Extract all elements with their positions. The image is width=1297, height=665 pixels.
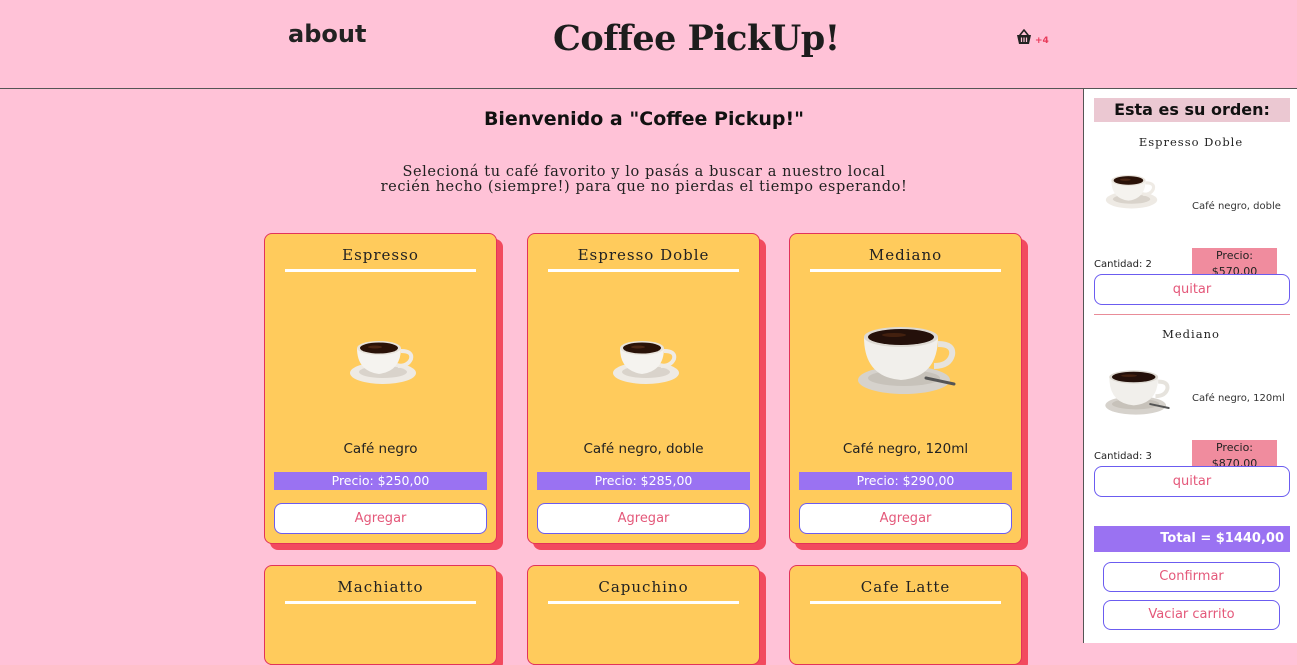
order-item-quantity: Cantidad: 2	[1094, 259, 1152, 270]
order-item-name: Mediano	[1162, 327, 1220, 341]
order-sidebar: Esta es su orden: Espresso Doble Café ne…	[1083, 89, 1297, 643]
confirm-button[interactable]: Confirmar	[1103, 562, 1280, 592]
large-coffee-cup-icon	[1103, 368, 1171, 417]
product-image	[265, 304, 496, 414]
subtitle-line-1: Selecioná tu café favorito y lo pasás a …	[402, 164, 886, 180]
small-coffee-cup-icon	[610, 339, 680, 386]
site-header: about Coffee PickUp! +4	[0, 0, 1297, 89]
product-card: Espresso Doble Café negro, doble Precio:…	[527, 233, 760, 544]
welcome-subtitle: Selecioná tu café favorito y lo pasás a …	[264, 165, 1024, 195]
add-to-cart-button[interactable]: Agregar	[537, 503, 750, 534]
small-coffee-cup-icon	[347, 339, 417, 386]
cart-count-badge: +4	[1035, 36, 1049, 46]
product-description: Café negro	[343, 441, 418, 457]
order-heading: Esta es su orden:	[1094, 98, 1290, 122]
add-to-cart-button[interactable]: Agregar	[799, 503, 1012, 534]
empty-cart-button[interactable]: Vaciar carrito	[1103, 600, 1280, 630]
product-name: Machiatto	[285, 577, 476, 604]
product-card: Espresso Café negro Precio: $250,00 Agre…	[264, 233, 497, 544]
product-card: Cafe Latte	[789, 565, 1022, 665]
product-image	[790, 304, 1021, 414]
small-coffee-cup-icon	[1104, 173, 1159, 210]
product-description: Café negro, doble	[583, 441, 704, 457]
order-item-image	[1102, 167, 1159, 215]
welcome-heading: Bienvenido a "Coffee Pickup!"	[483, 108, 805, 130]
product-description: Café negro, 120ml	[842, 441, 969, 457]
about-link[interactable]: about	[288, 20, 366, 48]
product-name: Espresso	[285, 245, 476, 272]
cart-button[interactable]: +4	[1015, 29, 1049, 46]
product-name: Mediano	[810, 245, 1001, 272]
product-name: Capuchino	[548, 577, 739, 604]
order-item-divider	[1094, 314, 1290, 315]
subtitle-line-2: recién hecho (siempre!) para que no pier…	[380, 179, 908, 195]
large-coffee-cup-icon	[856, 322, 956, 396]
product-name: Espresso Doble	[548, 245, 739, 272]
product-card: Machiatto	[264, 565, 497, 665]
remove-item-button[interactable]: quitar	[1094, 466, 1290, 497]
basket-icon	[1016, 29, 1032, 45]
product-price: Precio: $285,00	[537, 472, 750, 490]
order-item-quantity: Cantidad: 3	[1094, 451, 1152, 462]
order-total: Total = $1440,00	[1094, 526, 1290, 552]
product-image	[528, 304, 759, 414]
order-item-description: Café negro, 120ml	[1192, 393, 1285, 404]
order-item-image	[1103, 367, 1171, 420]
add-to-cart-button[interactable]: Agregar	[274, 503, 487, 534]
order-item-description: Café negro, doble	[1192, 201, 1281, 212]
product-price: Precio: $250,00	[274, 472, 487, 490]
product-name: Cafe Latte	[810, 577, 1001, 604]
product-card: Capuchino	[527, 565, 760, 665]
order-item-name: Espresso Doble	[1138, 135, 1244, 149]
remove-item-button[interactable]: quitar	[1094, 274, 1290, 305]
product-card: Mediano Café negro, 120ml Precio: $290,0…	[789, 233, 1022, 544]
product-price: Precio: $290,00	[799, 472, 1012, 490]
site-title: Coffee PickUp!	[553, 18, 840, 59]
